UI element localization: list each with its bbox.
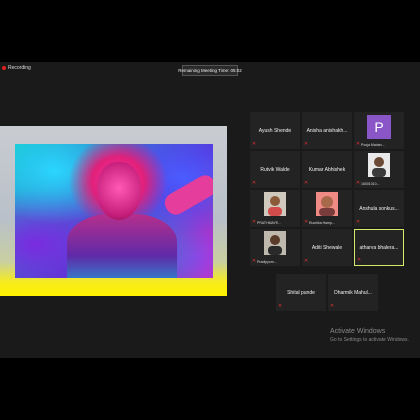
avatar	[264, 231, 286, 255]
mic-muted-icon: ✕	[356, 219, 361, 225]
mic-muted-icon: ✕	[252, 258, 257, 264]
participant-tile[interactable]: ✕ Ruchika Hamp...	[302, 190, 352, 227]
participant-tile[interactable]: ✕ 16001010...	[354, 151, 404, 188]
mic-muted-icon: ✕	[304, 141, 309, 147]
record-dot-icon	[2, 66, 6, 70]
participant-tile[interactable]: Ayush Shende ✕	[250, 112, 300, 149]
participant-tile[interactable]: Dharmik Mahul... ✕	[328, 274, 378, 311]
meeting-timer: Remaining Meeting Time: 05:02	[178, 65, 242, 76]
participant-tile[interactable]: Anisha anishakh... ✕	[302, 112, 352, 149]
active-speaker-tile[interactable]: atharva bhalera... ✕	[354, 229, 404, 266]
participant-tile[interactable]: Rutvik Walde ✕	[250, 151, 300, 188]
participant-tile[interactable]: Anshula sonkus... ✕	[354, 190, 404, 227]
participant-tile[interactable]: Shital punde ✕	[276, 274, 326, 311]
activate-windows-watermark: Activate Windows Go to Settings to activ…	[330, 328, 409, 343]
recording-indicator[interactable]: Recording	[2, 65, 31, 71]
meeting-window: Recording Remaining Meeting Time: 05:02 …	[0, 62, 420, 358]
mic-muted-icon: ✕	[356, 141, 361, 147]
avatar	[316, 192, 338, 216]
recording-label: Recording	[8, 65, 31, 71]
mic-muted-icon: ✕	[304, 219, 309, 225]
shared-photo	[15, 144, 213, 278]
mic-muted-icon: ✕	[304, 180, 309, 186]
participant-tile[interactable]: ✕ Pradipyom...	[250, 229, 300, 266]
mic-muted-icon: ✕	[357, 257, 362, 263]
mic-muted-icon: ✕	[252, 180, 257, 186]
avatar	[368, 153, 390, 177]
participant-tile[interactable]: ✕ PRATHMAYE...	[250, 190, 300, 227]
mic-muted-icon: ✕	[252, 141, 257, 147]
participant-tile[interactable]: Kumar Abhishek ✕	[302, 151, 352, 188]
avatar: P	[367, 115, 391, 139]
mic-muted-icon: ✕	[356, 180, 361, 186]
shared-screen	[0, 126, 227, 296]
participant-tile[interactable]: Aditi Shewale ✕	[302, 229, 352, 266]
mic-muted-icon: ✕	[304, 258, 309, 264]
avatar	[264, 192, 286, 216]
participant-tile[interactable]: P ✕ Pooja Madan...	[354, 112, 404, 149]
mic-muted-icon: ✕	[330, 303, 335, 309]
mic-muted-icon: ✕	[278, 303, 283, 309]
mic-muted-icon: ✕	[252, 219, 257, 225]
